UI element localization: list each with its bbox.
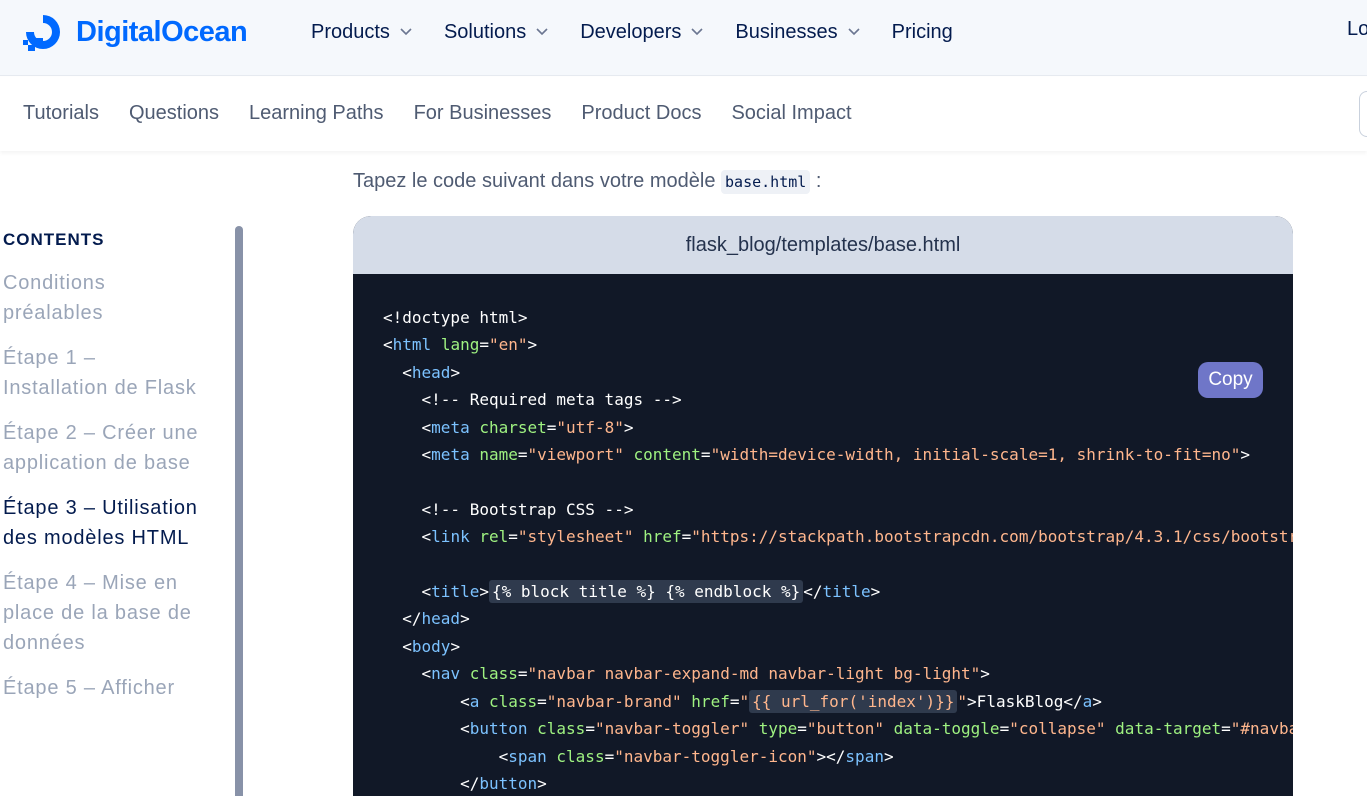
intro-suffix: : bbox=[810, 170, 822, 192]
top-navbar: DigitalOcean Products Solutions Develope… bbox=[0, 0, 1367, 76]
chevron-down-icon bbox=[848, 28, 860, 36]
subnav-product-docs[interactable]: Product Docs bbox=[581, 102, 701, 125]
menu-pricing-label: Pricing bbox=[891, 20, 953, 43]
search-box[interactable] bbox=[1359, 91, 1367, 137]
intro-paragraph: Tapez le code suivant dans votre modèle … bbox=[353, 170, 822, 194]
subnav-learning-paths[interactable]: Learning Paths bbox=[249, 102, 384, 125]
subnav-for-businesses[interactable]: For Businesses bbox=[414, 102, 552, 125]
toc-item-step-5[interactable]: Étape 5 – Afficher bbox=[3, 673, 203, 703]
toc-scrollbar[interactable] bbox=[235, 226, 243, 796]
code-block: flask_blog/templates/base.html <!doctype… bbox=[353, 216, 1293, 796]
menu-products[interactable]: Products bbox=[311, 18, 412, 46]
toc-item-step-2[interactable]: Étape 2 – Créer une application de base bbox=[3, 418, 203, 478]
brand-name: DigitalOcean bbox=[76, 15, 248, 48]
digitalocean-logo[interactable]: DigitalOcean bbox=[22, 12, 248, 52]
intro-text: Tapez le code suivant dans votre modèle bbox=[353, 170, 716, 192]
subnav-items: Tutorials Questions Learning Paths For B… bbox=[23, 102, 882, 125]
code-listing: <!doctype html> <html lang="en"> <head> … bbox=[383, 308, 1293, 793]
toc-item-conditions[interactable]: Conditions préalables bbox=[3, 268, 203, 328]
community-subnav: Tutorials Questions Learning Paths For B… bbox=[0, 77, 1367, 151]
menu-products-label: Products bbox=[311, 20, 390, 43]
menu-solutions-label: Solutions bbox=[443, 20, 527, 43]
menu-solutions[interactable]: Solutions bbox=[444, 18, 548, 46]
toc-item-step-4[interactable]: Étape 4 – Mise en place de la base de do… bbox=[3, 568, 203, 658]
digitalocean-logo-icon bbox=[23, 15, 60, 51]
menu-developers[interactable]: Developers bbox=[580, 18, 703, 46]
code-content: <!doctype html> <html lang="en"> <head> … bbox=[353, 274, 1293, 796]
toc-item-step-1[interactable]: Étape 1 – Installation de Flask bbox=[3, 343, 203, 403]
contents-heading: CONTENTS bbox=[3, 230, 105, 249]
chevron-down-icon bbox=[400, 28, 412, 36]
login-link[interactable]: Lo bbox=[1347, 18, 1367, 41]
table-of-contents: Conditions préalables Étape 1 – Installa… bbox=[3, 268, 203, 718]
subnav-tutorials[interactable]: Tutorials bbox=[23, 102, 99, 125]
inline-code-filename: base.html bbox=[721, 170, 811, 194]
menu-pricing[interactable]: Pricing bbox=[892, 18, 953, 46]
chevron-down-icon bbox=[691, 28, 703, 36]
subnav-questions[interactable]: Questions bbox=[129, 102, 219, 125]
code-filename: flask_blog/templates/base.html bbox=[353, 216, 1293, 274]
copy-button[interactable]: Copy bbox=[1198, 362, 1263, 398]
menu-developers-label: Developers bbox=[580, 20, 682, 43]
toc-item-step-3[interactable]: Étape 3 – Utilisation des modèles HTML bbox=[3, 493, 203, 553]
chevron-down-icon bbox=[536, 28, 548, 36]
subnav-social-impact[interactable]: Social Impact bbox=[731, 102, 851, 125]
menu-businesses-label: Businesses bbox=[735, 20, 838, 43]
menu-businesses[interactable]: Businesses bbox=[735, 18, 860, 46]
main-menu: Products Solutions Developers Businesses… bbox=[311, 18, 985, 46]
